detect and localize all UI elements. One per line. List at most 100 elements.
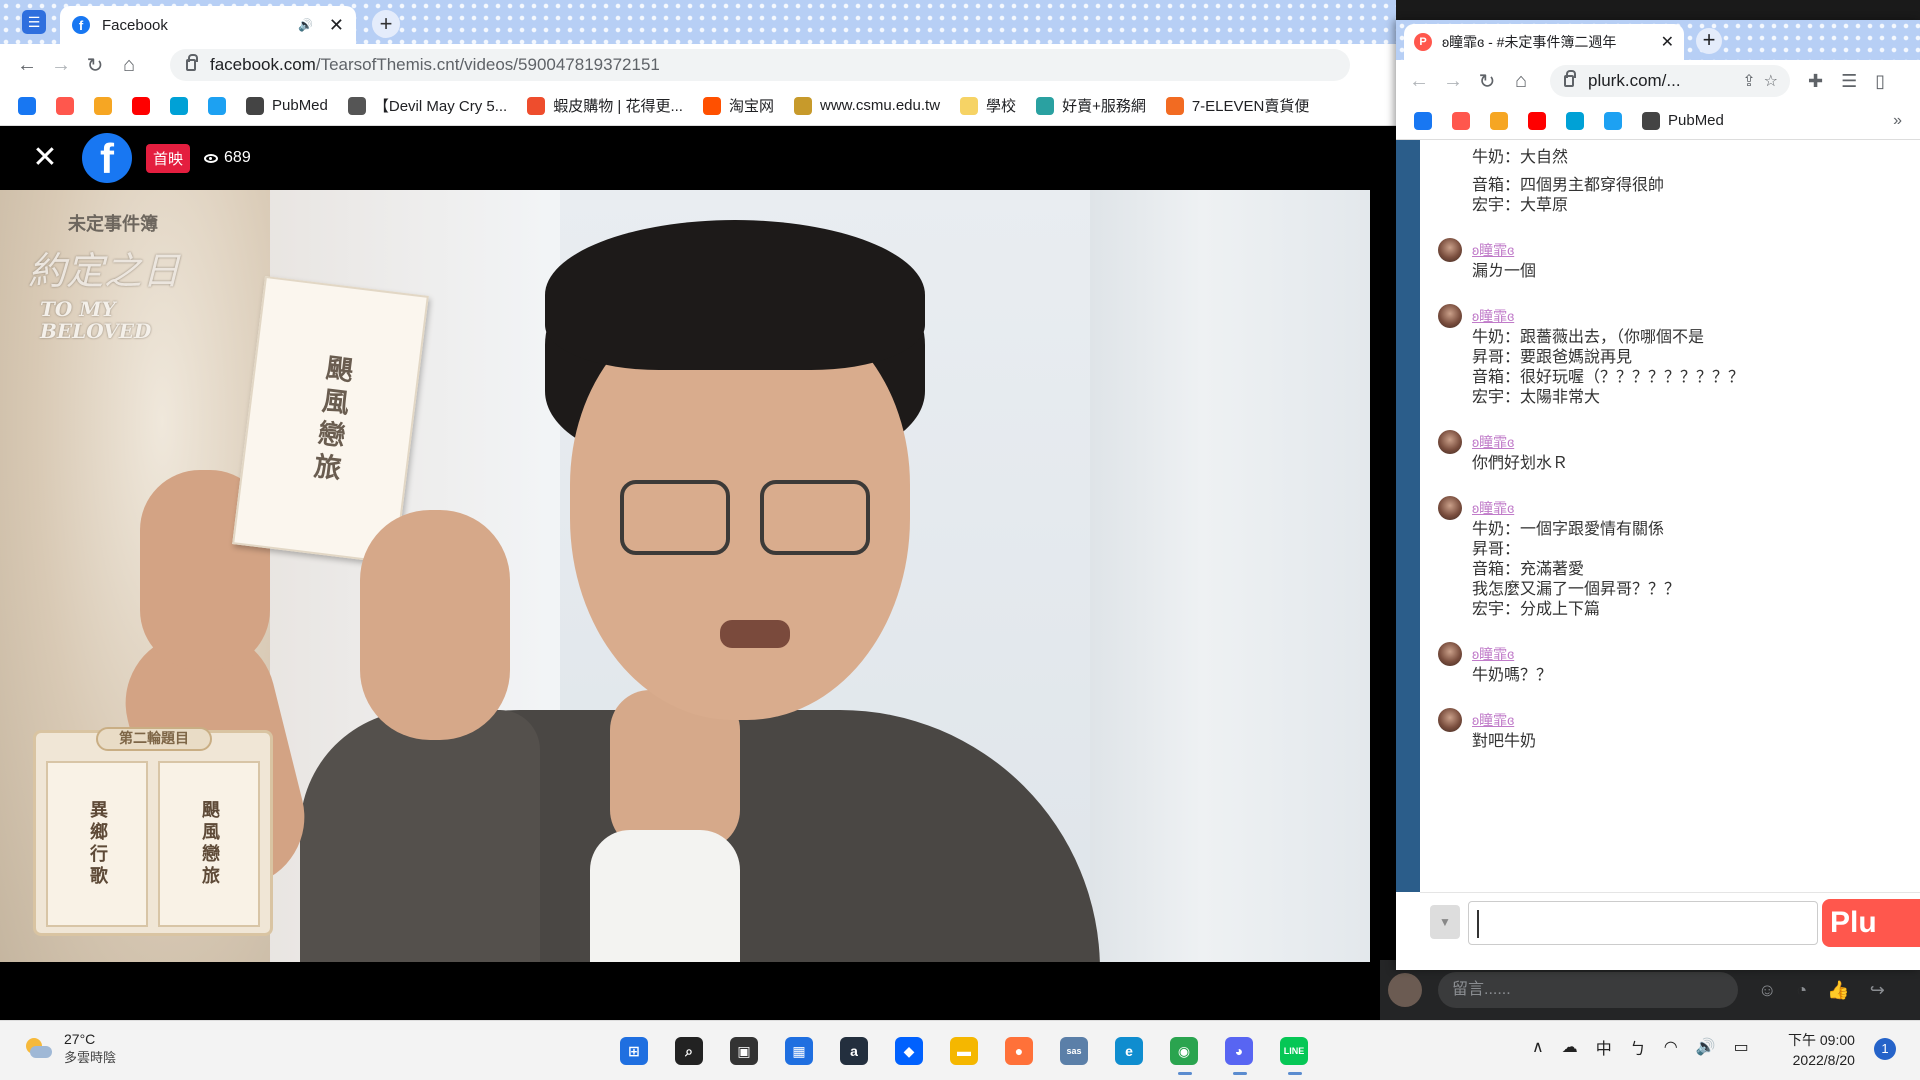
extensions-icon[interactable]: ✚ — [1808, 71, 1823, 92]
taskbar-sas-button[interactable]: sas — [1052, 1029, 1096, 1073]
bookmark-item[interactable]: PubMed — [1642, 111, 1724, 130]
taskbar-discord-button[interactable]: ◕ — [1217, 1029, 1261, 1075]
username-link[interactable]: ʚ瞳霏ɞ — [1472, 306, 1514, 326]
taskbar-edge-button[interactable]: e — [1107, 1029, 1151, 1073]
battery-icon[interactable]: ▭ — [1734, 1037, 1749, 1057]
taskbar-windows-start-button[interactable]: ⊞ — [612, 1029, 656, 1073]
facebook-logo-icon[interactable]: f — [82, 133, 132, 183]
username-link[interactable]: ʚ瞳霏ɞ — [1472, 644, 1514, 664]
bookmark-item[interactable]: PubMed — [246, 96, 328, 115]
home-icon[interactable]: ⌂ — [1504, 70, 1538, 93]
taskbar-amazon-button[interactable]: a — [832, 1029, 876, 1073]
emoji-icon[interactable]: ☺ — [1758, 980, 1776, 1001]
new-tab-button[interactable]: + — [372, 10, 400, 38]
bookmark-item[interactable]: 蝦皮購物 | 花得更... — [527, 95, 683, 116]
ime-mode[interactable]: 中 — [1596, 1035, 1612, 1059]
ime-zhuyin[interactable]: ㄅ — [1630, 1035, 1646, 1059]
user-avatar[interactable] — [1438, 430, 1462, 454]
share-icon[interactable]: ↪ — [1870, 980, 1885, 1001]
reload-icon[interactable]: ↻ — [78, 53, 112, 78]
show-hidden-icons-chevron-icon[interactable]: ∧ — [1532, 1037, 1544, 1057]
commenter-avatar[interactable] — [1388, 973, 1422, 1007]
bookmark-star-icon[interactable]: ☆ — [1764, 71, 1778, 91]
bilibili-icon — [170, 96, 188, 115]
tab-search-button[interactable]: ☰ — [14, 8, 54, 36]
taskbar-search-button[interactable]: ⌕ — [667, 1029, 711, 1073]
close-video-icon[interactable]: ✕ — [30, 143, 60, 173]
side-panel-icon[interactable]: ▯ — [1875, 71, 1885, 92]
pubmed-icon — [246, 96, 264, 115]
facebook-favicon-icon: f — [72, 16, 90, 34]
bookmark-item[interactable] — [1414, 111, 1432, 130]
more-bookmarks-chevron-icon[interactable]: » — [1893, 112, 1902, 130]
forward-arrow-icon[interactable]: → — [44, 54, 78, 77]
close-tab-icon[interactable]: ✕ — [329, 15, 344, 36]
lock-icon[interactable] — [186, 54, 198, 71]
close-tab-icon[interactable]: ✕ — [1661, 32, 1674, 52]
like-icon[interactable]: 👍 — [1827, 980, 1849, 1001]
taskbar-microsoft-store-button[interactable]: ▦ — [777, 1029, 821, 1073]
bookmark-item[interactable] — [18, 96, 36, 115]
username-link[interactable]: ʚ瞳霏ɞ — [1472, 432, 1514, 452]
share-page-icon[interactable]: ⇪ — [1742, 71, 1755, 91]
bookmark-item[interactable] — [1566, 111, 1584, 130]
plurk-reply-input[interactable] — [1468, 901, 1818, 945]
plurk-submit-button[interactable]: Plu — [1822, 899, 1920, 947]
bookmark-item[interactable] — [1604, 111, 1622, 130]
wifi-icon[interactable]: ◠ — [1664, 1037, 1678, 1057]
weather-widget[interactable]: 27°C 多雲時陰 — [22, 1031, 116, 1066]
bookmark-item[interactable] — [1528, 111, 1546, 130]
audio-playing-icon[interactable]: 🔊 — [298, 18, 313, 32]
back-arrow-icon[interactable]: ← — [1402, 70, 1436, 93]
bookmark-item[interactable] — [56, 96, 74, 115]
bookmark-item[interactable]: 淘宝网 — [702, 95, 774, 116]
taskbar-file-explorer-button[interactable]: ▬ — [942, 1029, 986, 1073]
taskbar-chrome-button[interactable]: ◉ — [1162, 1029, 1206, 1075]
bookmark-item[interactable] — [132, 96, 150, 115]
sticker-icon[interactable]: ◔ — [1796, 980, 1807, 1001]
reading-list-icon[interactable]: ☰ — [1841, 71, 1857, 92]
bookmark-item[interactable]: 學校 — [960, 95, 1016, 116]
home-icon[interactable]: ⌂ — [112, 54, 146, 77]
facebook-comment-input[interactable]: 留言...... — [1438, 972, 1738, 1008]
user-avatar[interactable] — [1438, 708, 1462, 732]
lock-icon[interactable] — [1564, 70, 1576, 87]
username-link[interactable]: ʚ瞳霏ɞ — [1472, 498, 1514, 518]
qualifier-dropdown[interactable]: ▼ — [1430, 905, 1460, 939]
dropbox-icon: ◆ — [895, 1037, 923, 1065]
plurk-browser-window: P ʚ瞳霏ɞ - #未定事件簿二週年 ✕ + ← → ↻ ⌂ plurk.com… — [1396, 20, 1920, 970]
forward-arrow-icon[interactable]: → — [1436, 70, 1470, 93]
user-avatar[interactable] — [1438, 642, 1462, 666]
taskbar-dropbox-button[interactable]: ◆ — [887, 1029, 931, 1073]
bookmark-item[interactable]: www.csmu.edu.tw — [794, 96, 940, 115]
tab-facebook[interactable]: f Facebook 🔊 ✕ — [60, 6, 356, 44]
username-link[interactable]: ʚ瞳霏ɞ — [1472, 710, 1514, 730]
new-tab-button[interactable]: + — [1696, 28, 1722, 54]
bookmark-item[interactable]: 7-ELEVEN賣貨便 — [1165, 95, 1309, 116]
notification-badge[interactable]: 1 — [1874, 1038, 1896, 1060]
reload-icon[interactable]: ↻ — [1470, 69, 1504, 94]
url-host: facebook.com — [210, 55, 316, 74]
bookmark-item[interactable] — [1490, 111, 1508, 130]
user-avatar[interactable] — [1438, 304, 1462, 328]
bookmark-item[interactable] — [94, 96, 112, 115]
back-arrow-icon[interactable]: ← — [10, 54, 44, 77]
onedrive-icon[interactable]: ☁ — [1562, 1037, 1578, 1057]
bookmark-item[interactable] — [170, 96, 188, 115]
video-player[interactable]: 未定事件簿 約定之日 TO MY BELOVED 颶風戀旅 第二輪題目 異鄉行歌 … — [0, 190, 1370, 962]
bookmark-item[interactable] — [208, 96, 226, 115]
volume-icon[interactable]: 🔊 — [1696, 1037, 1716, 1057]
user-avatar[interactable] — [1438, 496, 1462, 520]
taskbar-firefox-button[interactable]: ● — [997, 1029, 1041, 1073]
bookmark-item[interactable]: 好賣+服務網 — [1036, 95, 1146, 116]
bookmark-item[interactable] — [1452, 111, 1470, 130]
address-bar[interactable]: facebook.com/TearsofThemis.cnt/videos/59… — [170, 49, 1350, 81]
username-link[interactable]: ʚ瞳霏ɞ — [1472, 240, 1514, 260]
plurk-address-bar[interactable]: plurk.com/... ⇪ ☆ — [1550, 65, 1790, 97]
tab-plurk[interactable]: P ʚ瞳霏ɞ - #未定事件簿二週年 ✕ — [1404, 24, 1684, 60]
taskbar-clock[interactable]: 下午 09:00 2022/8/20 — [1788, 1030, 1855, 1070]
taskbar-task-view-button[interactable]: ▣ — [722, 1029, 766, 1073]
bookmark-item[interactable]: 【Devil May Cry 5... — [347, 95, 507, 116]
taskbar-line-button[interactable]: LINE — [1272, 1029, 1316, 1075]
user-avatar[interactable] — [1438, 238, 1462, 262]
